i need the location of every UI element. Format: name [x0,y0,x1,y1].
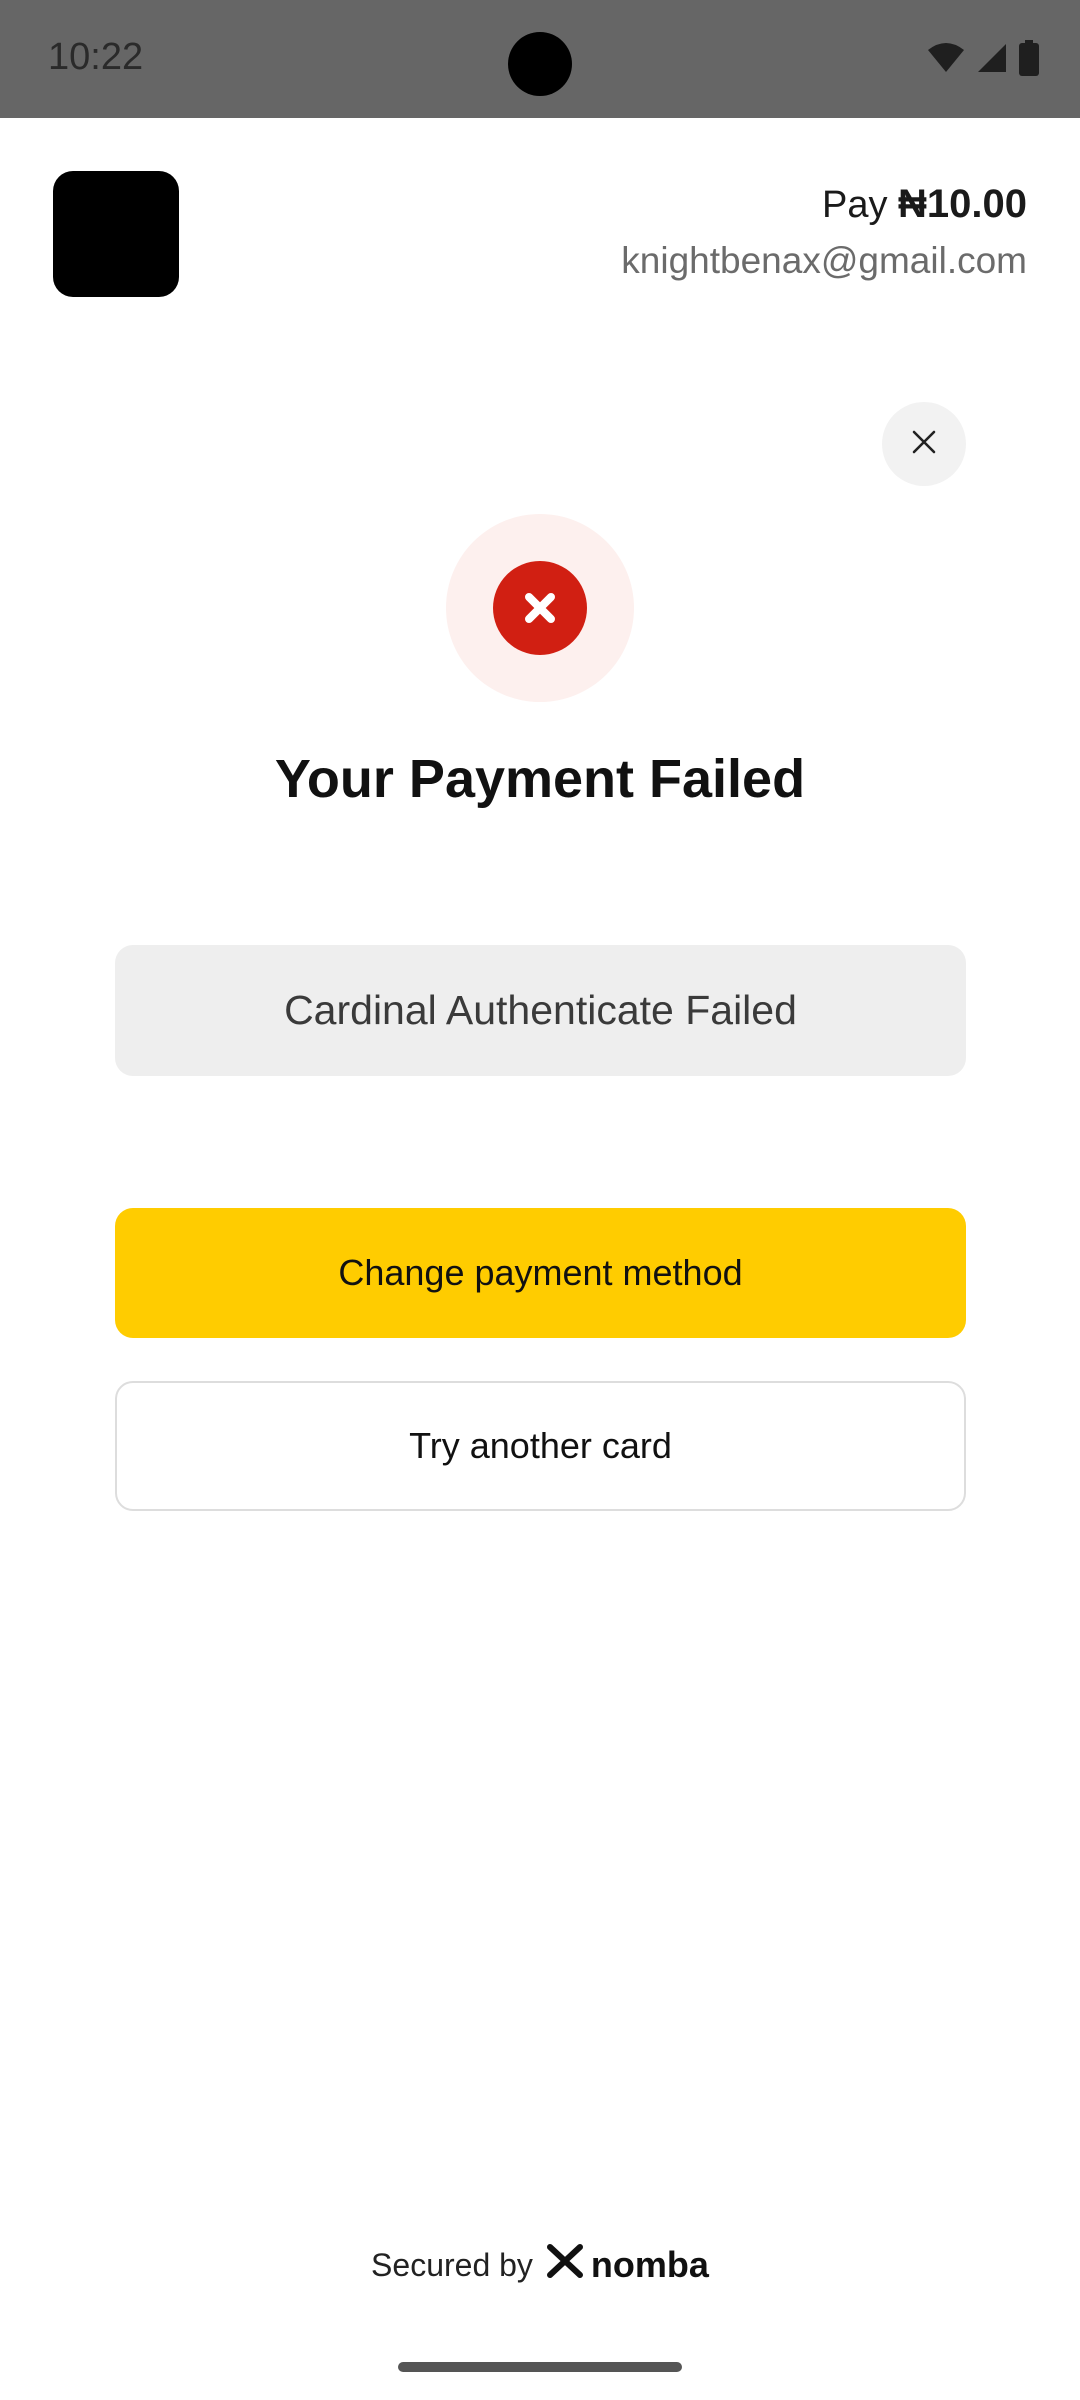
home-indicator[interactable] [398,2362,682,2372]
page-title: Your Payment Failed [274,749,806,809]
secured-by-label: Secured by [371,2246,533,2283]
close-button[interactable] [882,402,966,486]
close-icon [910,428,938,461]
status-icons [926,40,1040,76]
customer-email: knightbenax@gmail.com [621,240,1027,281]
camera-cutout [508,32,572,96]
secured-by-footer: Secured by nomba [0,2244,1080,2286]
status-time: 10:22 [48,36,144,78]
nomba-logo-icon [546,2244,583,2286]
battery-icon [1018,40,1040,76]
nomba-brand: nomba [546,2244,709,2286]
status-bar: 10:22 [0,0,1080,118]
brand-name: nomba [590,2244,709,2285]
error-message: Cardinal Authenticate Failed [115,945,966,1076]
try-another-card-button[interactable]: Try another card [115,1381,966,1511]
pay-label: Pay [821,184,899,226]
change-payment-method-button[interactable]: Change payment method [115,1208,966,1338]
error-icon-halo [446,514,634,702]
wifi-icon [926,42,966,74]
merchant-logo [53,171,179,297]
signal-icon [976,42,1008,74]
pay-amount-line: Pay ₦10.00 [822,182,1027,227]
pay-amount: ₦10.00 [898,182,1027,226]
error-x-icon [493,561,587,655]
payment-failed-screen: 10:22 Pay ₦10.00 knightbenax@gmail.com Y… [0,0,1080,2400]
